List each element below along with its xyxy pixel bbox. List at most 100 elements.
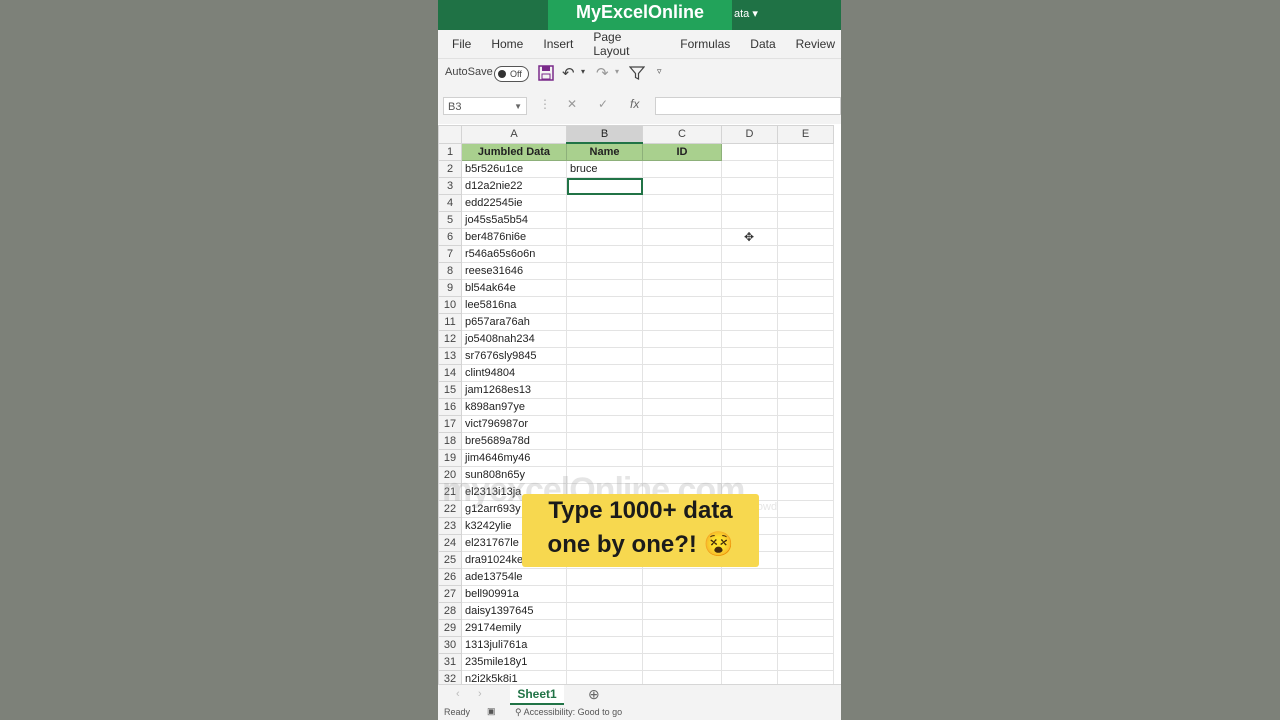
row-header[interactable]: 22 xyxy=(438,500,462,518)
cell-c30[interactable] xyxy=(642,636,722,654)
row-header[interactable]: 8 xyxy=(438,262,462,280)
cell-a30[interactable]: 1313juli761a xyxy=(461,636,567,654)
cell-c15[interactable] xyxy=(642,381,722,399)
cell-e25[interactable] xyxy=(777,551,834,569)
row-header[interactable]: 13 xyxy=(438,347,462,365)
cell-a14[interactable]: clint94804 xyxy=(461,364,567,382)
cell-e3[interactable] xyxy=(777,177,834,195)
row-header[interactable]: 21 xyxy=(438,483,462,501)
row-header[interactable]: 18 xyxy=(438,432,462,450)
cell-b28[interactable] xyxy=(566,602,643,620)
cell-e21[interactable] xyxy=(777,483,834,501)
row-header[interactable]: 1 xyxy=(438,142,462,161)
redo-dropdown-icon[interactable]: ▾ xyxy=(615,67,619,76)
cell-b16[interactable] xyxy=(566,398,643,416)
column-header-c[interactable]: C xyxy=(642,125,722,144)
cell-b8[interactable] xyxy=(566,262,643,280)
cell-c20[interactable] xyxy=(642,466,722,484)
cell-c11[interactable] xyxy=(642,313,722,331)
cell-a7[interactable]: r546a65s6o6n xyxy=(461,245,567,263)
cell-e20[interactable] xyxy=(777,466,834,484)
cell-d13[interactable] xyxy=(721,347,778,365)
cell-c18[interactable] xyxy=(642,432,722,450)
cell-c6[interactable] xyxy=(642,228,722,246)
cell-e31[interactable] xyxy=(777,653,834,671)
add-sheet-icon[interactable]: ⊕ xyxy=(588,686,600,703)
cell-b27[interactable] xyxy=(566,585,643,603)
cell-c27[interactable] xyxy=(642,585,722,603)
save-icon[interactable] xyxy=(538,65,554,84)
cell-d17[interactable] xyxy=(721,415,778,433)
cell-d7[interactable] xyxy=(721,245,778,263)
cell-b5[interactable] xyxy=(566,211,643,229)
cell-a2[interactable]: b5r526u1ce xyxy=(461,160,567,178)
row-header[interactable]: 12 xyxy=(438,330,462,348)
row-header[interactable]: 28 xyxy=(438,602,462,620)
row-header[interactable]: 11 xyxy=(438,313,462,331)
cell-b15[interactable] xyxy=(566,381,643,399)
select-all-corner[interactable] xyxy=(438,125,462,144)
cell-e15[interactable] xyxy=(777,381,834,399)
scroll-right-icon[interactable]: › xyxy=(478,688,482,700)
filter-icon[interactable] xyxy=(628,65,646,84)
cell-c16[interactable] xyxy=(642,398,722,416)
cell-e6[interactable] xyxy=(777,228,834,246)
cell-e22[interactable] xyxy=(777,500,834,518)
insert-function-icon[interactable]: fx xyxy=(630,97,639,111)
cell-a18[interactable]: bre5689a78d xyxy=(461,432,567,450)
row-header[interactable]: 26 xyxy=(438,568,462,586)
cell-b20[interactable] xyxy=(566,466,643,484)
cell-e14[interactable] xyxy=(777,364,834,382)
cell-b2[interactable]: bruce xyxy=(566,160,643,178)
cell-a28[interactable]: daisy1397645 xyxy=(461,602,567,620)
cell-d12[interactable] xyxy=(721,330,778,348)
cell-b10[interactable] xyxy=(566,296,643,314)
row-header[interactable]: 2 xyxy=(438,160,462,178)
cell-e16[interactable] xyxy=(777,398,834,416)
cell-e26[interactable] xyxy=(777,568,834,586)
cell-a19[interactable]: jim4646my46 xyxy=(461,449,567,467)
enter-icon[interactable]: ✓ xyxy=(598,97,608,111)
row-header[interactable]: 15 xyxy=(438,381,462,399)
cell-b18[interactable] xyxy=(566,432,643,450)
cell-e13[interactable] xyxy=(777,347,834,365)
cell-b11[interactable] xyxy=(566,313,643,331)
cell-b13[interactable] xyxy=(566,347,643,365)
cell-e17[interactable] xyxy=(777,415,834,433)
cell-e29[interactable] xyxy=(777,619,834,637)
cell-b9[interactable] xyxy=(566,279,643,297)
name-box-dropdown-icon[interactable]: ▼ xyxy=(514,98,522,116)
cell-c10[interactable] xyxy=(642,296,722,314)
cell-e10[interactable] xyxy=(777,296,834,314)
cell-d10[interactable] xyxy=(721,296,778,314)
cell-b30[interactable] xyxy=(566,636,643,654)
cell-e24[interactable] xyxy=(777,534,834,552)
cell-a27[interactable]: bell90991a xyxy=(461,585,567,603)
cell-e2[interactable] xyxy=(777,160,834,178)
tab-file[interactable]: File xyxy=(452,37,471,51)
cell-a17[interactable]: vict796987or xyxy=(461,415,567,433)
cell-c28[interactable] xyxy=(642,602,722,620)
cell-c14[interactable] xyxy=(642,364,722,382)
cell-e27[interactable] xyxy=(777,585,834,603)
cell-e19[interactable] xyxy=(777,449,834,467)
cell-d28[interactable] xyxy=(721,602,778,620)
cell-d3[interactable] xyxy=(721,177,778,195)
cell-b3[interactable] xyxy=(566,177,643,195)
row-header[interactable]: 29 xyxy=(438,619,462,637)
cell-b6[interactable] xyxy=(566,228,643,246)
cell-a16[interactable]: k898an97ye xyxy=(461,398,567,416)
autosave-toggle[interactable]: Off xyxy=(494,66,529,82)
cell-d31[interactable] xyxy=(721,653,778,671)
cell-c29[interactable] xyxy=(642,619,722,637)
row-header[interactable]: 19 xyxy=(438,449,462,467)
cell-a8[interactable]: reese31646 xyxy=(461,262,567,280)
cell-d1[interactable] xyxy=(721,142,778,161)
cell-d20[interactable] xyxy=(721,466,778,484)
column-header-d[interactable]: D xyxy=(721,125,778,144)
cell-a4[interactable]: edd22545ie xyxy=(461,194,567,212)
cell-d9[interactable] xyxy=(721,279,778,297)
cell-e4[interactable] xyxy=(777,194,834,212)
undo-icon[interactable]: ↶ xyxy=(562,64,575,82)
cell-c4[interactable] xyxy=(642,194,722,212)
